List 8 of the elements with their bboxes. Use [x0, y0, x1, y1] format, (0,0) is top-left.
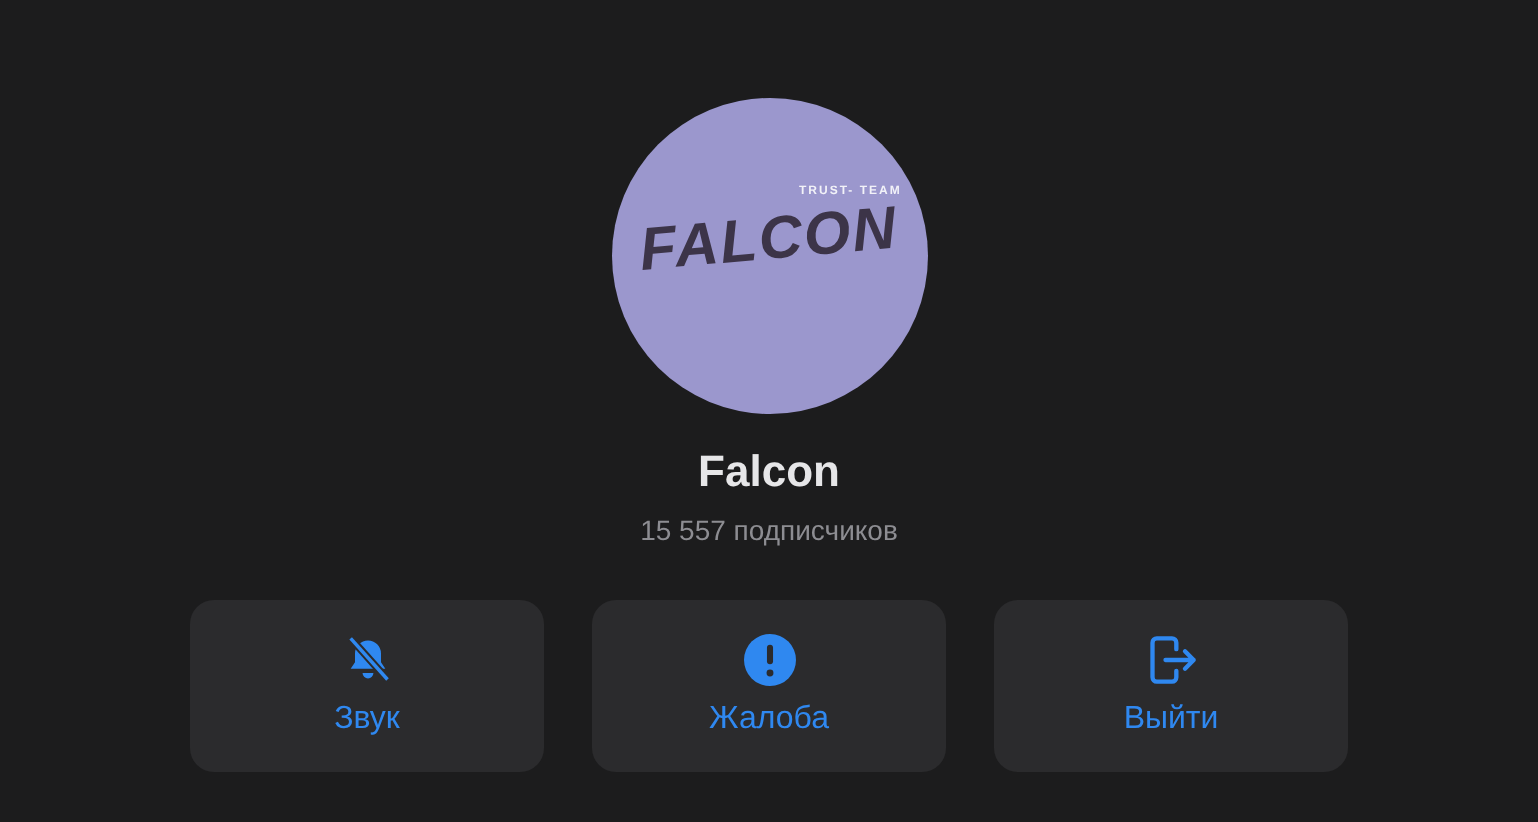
subscriber-count: 15 557 подписчиков — [640, 512, 898, 548]
exclamation-icon — [743, 634, 795, 686]
exit-icon — [1145, 634, 1197, 686]
channel-name: Falcon — [698, 446, 840, 498]
logo-title: FALCON — [636, 195, 900, 286]
leave-button[interactable]: Выйти — [994, 600, 1348, 772]
mute-button[interactable]: Звук — [190, 600, 544, 772]
report-button[interactable]: Жалоба — [592, 600, 946, 772]
